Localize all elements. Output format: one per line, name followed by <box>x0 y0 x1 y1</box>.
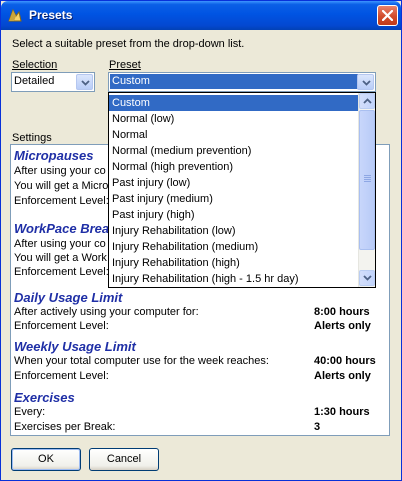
daily-usage-row: After actively using your computer for: … <box>14 306 384 319</box>
row-label: After using your co <box>14 165 106 177</box>
row-label: You will get a Micro <box>14 180 109 192</box>
selection-dropdown[interactable]: Detailed <box>11 72 95 92</box>
row-value: Alerts only <box>314 320 371 332</box>
row-label: When your total computer use for the wee… <box>14 355 269 367</box>
chevron-up-icon <box>363 98 372 104</box>
scroll-down-button[interactable] <box>359 270 375 286</box>
preset-option[interactable]: Injury Rehabilitation (high - 1.5 hr day… <box>109 271 358 287</box>
selection-dropdown-button[interactable] <box>76 74 93 90</box>
chevron-down-icon <box>363 275 372 281</box>
close-icon <box>382 10 393 21</box>
settings-label: Settings <box>12 132 52 144</box>
row-value: 3 <box>314 421 321 433</box>
micropauses-title: Micropauses <box>14 148 94 163</box>
dropdown-scrollbar[interactable] <box>358 93 375 287</box>
preset-option[interactable]: Injury Rehabilitation (low) <box>109 223 358 239</box>
selection-label: Selection <box>12 59 58 71</box>
scroll-grip-line <box>364 175 371 176</box>
preset-option[interactable]: Normal (medium prevention) <box>109 143 358 159</box>
preset-option[interactable]: Injury Rehabilitation (high) <box>109 255 358 271</box>
scroll-grip-line <box>364 181 371 182</box>
row-label: Exercises per Break: <box>14 421 116 433</box>
row-value: Alerts only <box>314 370 371 382</box>
daily-usage-title: Daily Usage Limit <box>14 290 123 305</box>
preset-label: Preset <box>109 59 141 71</box>
weekly-usage-title: Weekly Usage Limit <box>14 339 136 354</box>
weekly-usage-row: When your total computer use for the wee… <box>14 355 384 368</box>
workpace-title: WorkPace Brea <box>14 221 110 236</box>
row-label: Every: <box>14 406 46 418</box>
preset-dropdown-list: Custom Normal (low) Normal Normal (mediu… <box>108 92 376 288</box>
row-label: Enforcement Level: <box>14 320 109 332</box>
close-button[interactable] <box>377 5 398 26</box>
window-title: Presets <box>29 8 73 22</box>
preset-option[interactable]: Past injury (low) <box>109 175 358 191</box>
preset-option[interactable]: Injury Rehabilitation (medium) <box>109 239 358 255</box>
presets-dialog: Presets Select a suitable preset from th… <box>0 0 402 481</box>
title-bar[interactable]: Presets <box>1 1 401 30</box>
row-label: Enforcement Level: <box>14 266 109 278</box>
exercises-row: Exercises per Break: 3 <box>14 421 384 434</box>
row-value: 1:30 hours <box>314 406 370 418</box>
scroll-up-button[interactable] <box>359 93 375 109</box>
row-value: 8:00 hours <box>314 306 370 318</box>
scroll-thumb[interactable] <box>359 110 375 250</box>
preset-option[interactable]: Normal (high prevention) <box>109 159 358 175</box>
preset-option[interactable]: Normal (low) <box>109 111 358 127</box>
preset-dropdown[interactable]: Custom <box>108 72 376 92</box>
app-logo-icon <box>8 8 22 22</box>
scroll-grip-line <box>364 179 371 180</box>
preset-option[interactable]: Past injury (high) <box>109 207 358 223</box>
chevron-down-icon <box>362 80 371 86</box>
scroll-grip-line <box>364 177 371 178</box>
preset-option[interactable]: Custom <box>109 95 358 111</box>
exercises-title: Exercises <box>14 390 75 405</box>
ok-button[interactable]: OK <box>11 448 81 471</box>
row-label: You will get a Work <box>14 252 107 264</box>
row-label: Enforcement Level: <box>14 370 109 382</box>
preset-option[interactable]: Past injury (medium) <box>109 191 358 207</box>
row-label: After actively using your computer for: <box>14 306 199 318</box>
weekly-usage-row: Enforcement Level: Alerts only <box>14 370 384 383</box>
row-value: 40:00 hours <box>314 355 376 367</box>
preset-value: Custom <box>110 74 358 89</box>
row-label: After using your co <box>14 238 106 250</box>
instruction-text: Select a suitable preset from the drop-d… <box>12 38 245 50</box>
exercises-row: Every: 1:30 hours <box>14 406 384 419</box>
preset-dropdown-button[interactable] <box>357 74 374 90</box>
cancel-button[interactable]: Cancel <box>89 448 159 471</box>
daily-usage-row: Enforcement Level: Alerts only <box>14 320 384 333</box>
row-label: Enforcement Level: <box>14 195 109 207</box>
preset-option[interactable]: Normal <box>109 127 358 143</box>
selection-value: Detailed <box>14 75 55 87</box>
chevron-down-icon <box>81 80 90 86</box>
